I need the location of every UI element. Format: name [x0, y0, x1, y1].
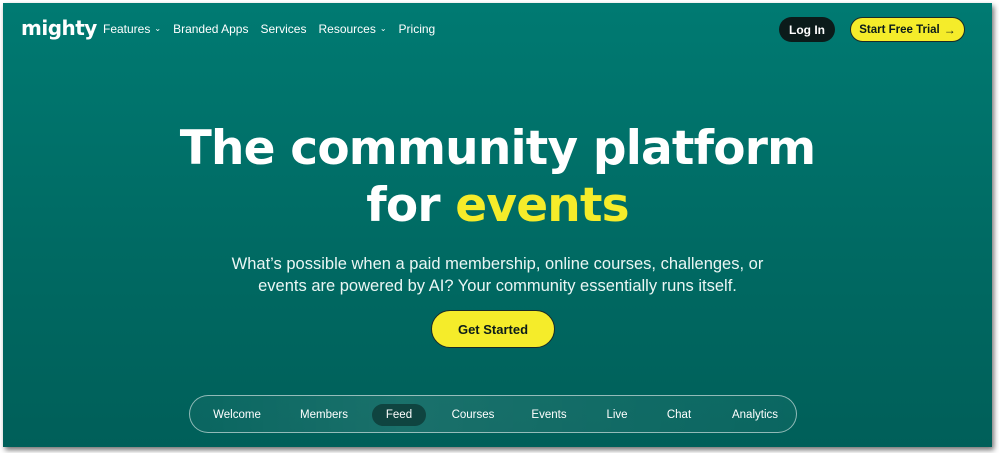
arrow-right-icon: → [943, 22, 956, 37]
hero-subtitle: What’s possible when a paid membership, … [3, 253, 992, 297]
hero-title-highlight: events [455, 178, 629, 233]
nav-branded-apps-label: Branded Apps [173, 22, 249, 36]
tab-members[interactable]: Members [292, 404, 356, 426]
login-button[interactable]: Log In [779, 17, 835, 42]
logo[interactable]: mighty [21, 16, 97, 40]
hero-subtitle-line2: events are powered by AI? Your community… [258, 277, 737, 295]
hero-subtitle-line1: What’s possible when a paid membership, … [231, 255, 764, 273]
nav-features-label: Features [103, 22, 151, 36]
tab-chat[interactable]: Chat [658, 404, 700, 426]
start-free-trial-label: Start Free Trial [859, 23, 940, 36]
hero-title: The community platform for events [3, 120, 992, 234]
nav-features[interactable]: Features ⌄ [103, 22, 161, 36]
tab-live[interactable]: Live [598, 404, 636, 426]
chevron-down-icon: ⌄ [379, 23, 387, 33]
nav-resources-label: Resources [318, 22, 376, 36]
hero-title-line1: The community platform [179, 121, 816, 176]
nav-links: Features ⌄ Branded Apps Services Resourc… [103, 22, 447, 36]
get-started-button[interactable]: Get Started [431, 310, 555, 348]
chevron-down-icon: ⌄ [154, 23, 162, 33]
nav-services[interactable]: Services [260, 22, 306, 36]
hero-title-for: for [366, 178, 456, 233]
tab-courses[interactable]: Courses [444, 404, 502, 426]
start-free-trial-button[interactable]: Start Free Trial → [850, 17, 965, 42]
page-frame: mighty Features ⌄ Branded Apps Services … [3, 3, 992, 447]
tab-analytics[interactable]: Analytics [724, 404, 786, 426]
tab-welcome[interactable]: Welcome [204, 404, 270, 426]
tab-events[interactable]: Events [524, 404, 574, 426]
feature-tabs: Welcome Members Feed Courses Events Live… [189, 395, 797, 433]
nav-branded-apps[interactable]: Branded Apps [173, 22, 248, 36]
nav-services-label: Services [260, 22, 307, 36]
nav-pricing-label: Pricing [398, 22, 436, 36]
nav-resources[interactable]: Resources ⌄ [318, 22, 386, 36]
top-nav: mighty Features ⌄ Branded Apps Services … [3, 3, 992, 57]
nav-pricing[interactable]: Pricing [399, 22, 436, 36]
tab-feed[interactable]: Feed [372, 404, 426, 426]
